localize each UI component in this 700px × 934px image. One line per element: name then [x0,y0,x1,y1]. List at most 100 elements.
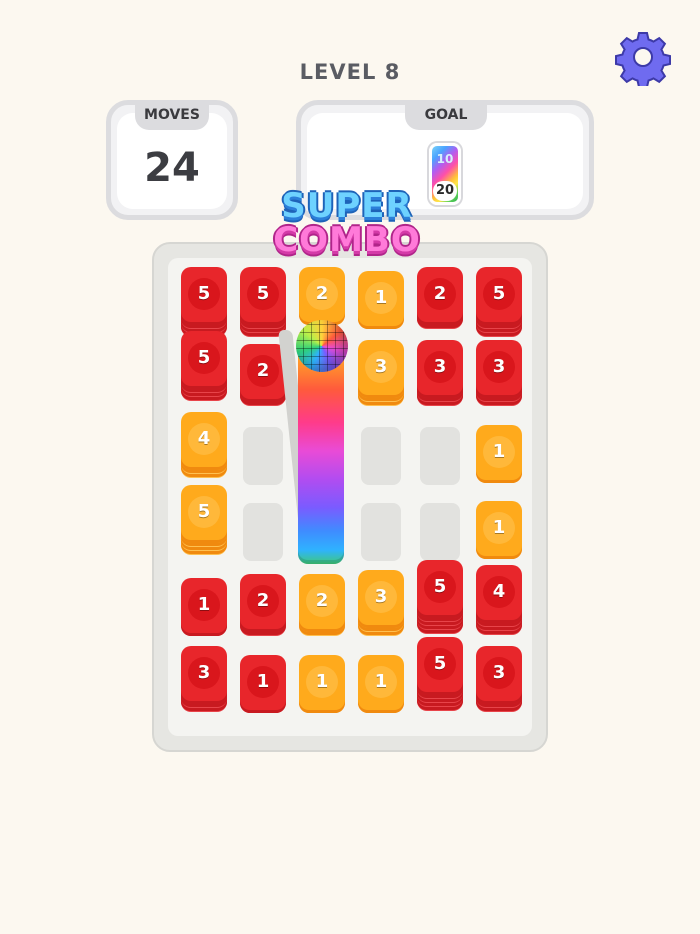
gear-icon [615,32,671,88]
tile-stack[interactable]: 3 [417,340,463,406]
tile-stack[interactable]: 4 [181,412,227,478]
tile-stack[interactable]: 3 [358,340,404,406]
tile-value: 5 [247,278,279,310]
tile-top: 5 [181,267,227,325]
tile-value: 3 [365,581,397,613]
tile-top: 2 [299,574,345,632]
tile-value: 5 [188,342,220,374]
tile-stack[interactable]: 1 [240,655,286,713]
tile-value: 5 [188,278,220,310]
disco-ball-icon [296,320,348,372]
level-title: LEVEL 8 [299,60,401,84]
tile-top: 5 [181,331,227,389]
tile-value: 4 [188,423,220,455]
tile-value: 5 [188,496,220,528]
tile-stack[interactable]: 5 [181,331,227,401]
tile-top: 4 [181,412,227,470]
tile-top: 2 [417,267,463,325]
tile-value: 3 [188,657,220,689]
tile-top: 3 [476,646,522,704]
tile-top: 1 [181,578,227,636]
tile-value: 5 [483,278,515,310]
tile-top: 2 [240,344,286,402]
tile-value: 2 [306,278,338,310]
tile-stack[interactable]: 5 [240,267,286,337]
moves-label: MOVES [135,100,209,130]
empty-slot[interactable] [243,427,283,485]
tile-stack[interactable]: 5 [181,267,227,337]
tile-top: 5 [476,267,522,325]
tile-top: 3 [476,340,522,398]
tile-stack[interactable]: 2 [299,574,345,636]
tile-stack[interactable]: 5 [181,485,227,555]
tile-value: 1 [188,589,220,621]
tile-value: 3 [483,351,515,383]
tile-value: 2 [247,355,279,387]
tile-top: 3 [181,646,227,704]
empty-slot[interactable] [361,427,401,485]
tile-top: 1 [240,655,286,713]
tile-value: 1 [365,666,397,698]
goal-card-bottom-value: 20 [433,181,457,201]
goal-label: GOAL [405,100,487,130]
tile-top: 1 [299,655,345,713]
tile-value: 2 [424,278,456,310]
empty-slot[interactable] [420,503,460,561]
tile-value: 3 [483,657,515,689]
combo-word-combo: COMBO [273,220,421,260]
tile-stack[interactable]: 1 [181,578,227,636]
tile-stack[interactable]: 5 [476,267,522,337]
tile-stack[interactable]: 3 [476,646,522,712]
goal-card-top-value: 10 [436,152,454,166]
tile-top: 1 [476,501,522,559]
tile-stack[interactable]: 1 [299,655,345,713]
tile-top: 1 [476,425,522,483]
super-combo-banner: SUPER COMBO [262,186,432,266]
tile-stack[interactable]: 5 [417,560,463,634]
tile-value: 1 [483,436,515,468]
tile-top: 5 [417,637,463,695]
tile-value: 1 [483,512,515,544]
tile-value: 4 [483,576,515,608]
tile-top: 4 [476,565,522,623]
empty-slot[interactable] [361,503,401,561]
moves-panel: MOVES 24 [106,100,238,220]
tile-value: 2 [306,585,338,617]
tile-top: 3 [417,340,463,398]
tile-stack[interactable]: 2 [299,267,345,325]
tile-stack[interactable]: 3 [181,646,227,712]
tile-top: 5 [181,485,227,543]
tile-value: 5 [424,648,456,680]
tile-top: 3 [358,570,404,628]
tile-stack[interactable]: 1 [476,501,522,559]
tile-stack[interactable]: 1 [358,271,404,329]
tile-top: 5 [417,560,463,618]
tile-value: 1 [365,282,397,314]
tile-stack[interactable]: 2 [417,267,463,329]
tile-value: 3 [365,351,397,383]
tile-value: 3 [424,351,456,383]
settings-button[interactable] [614,28,672,88]
tile-value: 2 [247,585,279,617]
tile-value: 1 [247,666,279,698]
tile-stack[interactable]: 2 [240,344,286,406]
empty-slot[interactable] [243,503,283,561]
goal-card: 10 20 [429,143,461,205]
tile-top: 1 [358,655,404,713]
tile-value: 1 [306,666,338,698]
tile-stack[interactable]: 5 [417,637,463,711]
tile-stack[interactable]: 4 [476,565,522,635]
tile-top: 2 [299,267,345,325]
tile-stack[interactable]: 1 [476,425,522,483]
tile-stack[interactable]: 3 [358,570,404,636]
tile-top: 3 [358,340,404,398]
tile-stack[interactable]: 1 [358,655,404,713]
tile-stack[interactable]: 3 [476,340,522,406]
tile-top: 1 [358,271,404,329]
tile-stack[interactable]: 2 [240,574,286,636]
tile-top: 5 [240,267,286,325]
empty-slot[interactable] [420,427,460,485]
tile-value: 5 [424,571,456,603]
tile-top: 2 [240,574,286,632]
moves-counter: 24 [144,145,200,191]
